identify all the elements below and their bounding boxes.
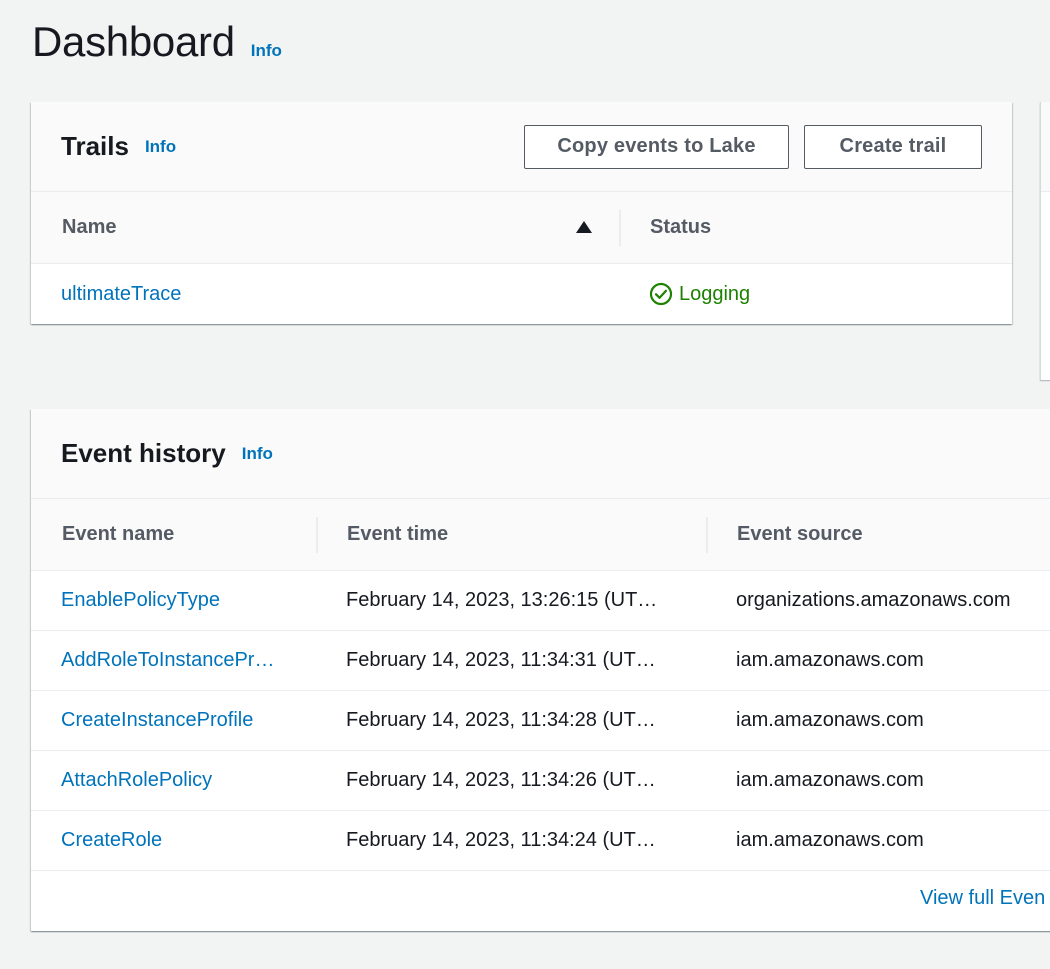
event-history-title: Event history xyxy=(61,438,226,468)
trails-table-header: Name Status xyxy=(31,192,1012,264)
column-divider[interactable] xyxy=(316,517,318,553)
event-source: iam.amazonaws.com xyxy=(736,709,924,731)
side-card-header xyxy=(1041,102,1050,192)
trails-card: Trails Info Copy events to Lake Create t… xyxy=(31,102,1012,324)
column-divider[interactable] xyxy=(619,210,621,246)
table-row: EnablePolicyType February 14, 2023, 13:2… xyxy=(31,571,1050,631)
column-header-event-name: Event name xyxy=(62,523,175,545)
event-name-link[interactable]: CreateInstanceProfile xyxy=(61,709,253,732)
event-history-info-link[interactable]: Info xyxy=(242,444,273,464)
copy-events-to-lake-button[interactable]: Copy events to Lake xyxy=(524,124,789,169)
check-circle-icon xyxy=(649,282,673,306)
table-row: CreateRole February 14, 2023, 11:34:24 (… xyxy=(31,811,1050,871)
event-source: iam.amazonaws.com xyxy=(736,649,924,671)
event-name-link[interactable]: AttachRolePolicy xyxy=(61,769,212,792)
table-row: AttachRolePolicy February 14, 2023, 11:3… xyxy=(31,751,1050,811)
page-header: Dashboard Info xyxy=(32,18,282,66)
page-title: Dashboard xyxy=(32,18,235,65)
column-header-event-time: Event time xyxy=(347,523,449,545)
event-table-header: Event name Event time Event source xyxy=(31,499,1050,571)
page-info-link[interactable]: Info xyxy=(251,41,282,61)
table-row: ultimateTrace Logging xyxy=(31,264,1012,324)
event-history-header: Event history Info xyxy=(31,409,1050,499)
trail-name-link[interactable]: ultimateTrace xyxy=(61,283,181,306)
event-name-link[interactable]: CreateRole xyxy=(61,829,162,852)
trails-actions: Copy events to Lake Create trail xyxy=(524,124,982,169)
status-badge: Logging xyxy=(649,282,750,306)
trails-title: Trails xyxy=(61,131,129,161)
event-source: organizations.amazonaws.com xyxy=(736,589,1011,611)
status-text: Logging xyxy=(679,282,751,305)
event-source: iam.amazonaws.com xyxy=(736,769,924,791)
event-time: February 14, 2023, 11:34:31 (UT… xyxy=(346,649,656,671)
column-header-status[interactable]: Status xyxy=(650,216,711,239)
column-divider[interactable] xyxy=(706,517,708,553)
dashboard-page: Dashboard Info Trails Info Copy events t… xyxy=(0,0,1050,969)
column-header-event-source: Event source xyxy=(737,523,863,545)
event-time: February 14, 2023, 11:34:28 (UT… xyxy=(346,709,656,731)
trails-info-link[interactable]: Info xyxy=(145,137,176,157)
event-name-link[interactable]: EnablePolicyType xyxy=(61,589,220,612)
table-row: CreateInstanceProfile February 14, 2023,… xyxy=(31,691,1050,751)
sort-ascending-icon[interactable] xyxy=(576,221,592,233)
event-time: February 14, 2023, 11:34:24 (UT… xyxy=(346,829,656,851)
event-time: February 14, 2023, 13:26:15 (UT… xyxy=(346,589,658,611)
view-full-event-history-link[interactable]: View full Even xyxy=(920,887,1045,910)
table-row: AddRoleToInstancePr… February 14, 2023, … xyxy=(31,631,1050,691)
event-history-footer: View full Even xyxy=(31,871,1050,931)
create-trail-button[interactable]: Create trail xyxy=(804,124,982,169)
event-time: February 14, 2023, 11:34:26 (UT… xyxy=(346,769,656,791)
side-card-partial xyxy=(1040,102,1050,380)
column-header-name[interactable]: Name xyxy=(62,216,116,239)
event-source: iam.amazonaws.com xyxy=(736,829,924,851)
trails-header: Trails Info Copy events to Lake Create t… xyxy=(31,102,1012,192)
event-history-card: Event history Info Event name Event time… xyxy=(31,409,1050,931)
event-name-link[interactable]: AddRoleToInstancePr… xyxy=(61,649,274,672)
